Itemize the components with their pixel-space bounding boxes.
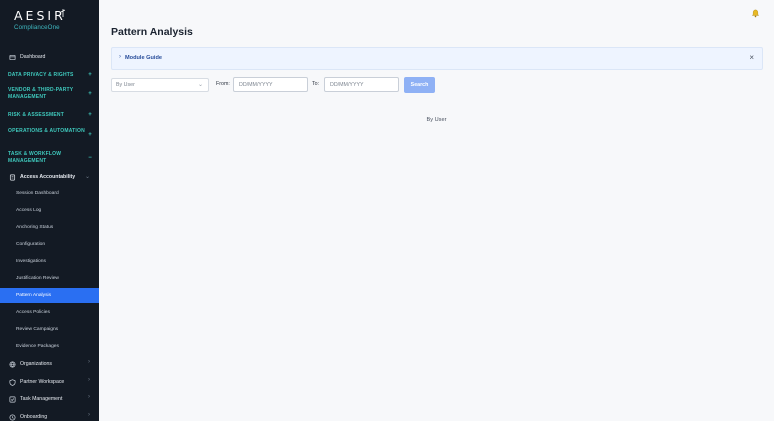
section-label: DATA PRIVACY & RIGHTS (8, 72, 74, 78)
section-operations[interactable]: OPERATIONS & AUTOMATION + (8, 128, 92, 138)
chevron-right-icon: › (88, 412, 90, 418)
brand-name: AESIR (14, 8, 66, 23)
sidebar-item-organizations[interactable]: Organizations › (0, 359, 99, 369)
from-date-placeholder: DD/MM/YYYY (239, 82, 273, 88)
section-risk[interactable]: RISK & ASSESSMENT + (8, 112, 92, 119)
page-title: Pattern Analysis (111, 26, 193, 38)
shield-icon (9, 378, 16, 386)
sidebar-item-configuration[interactable]: Configuration (0, 237, 99, 252)
chevron-down-icon: ⌄ (197, 82, 203, 88)
logo-mark-icon (60, 9, 66, 17)
sidebar-item-label: Organizations (20, 361, 53, 367)
to-date-placeholder: DD/MM/YYYY (330, 82, 364, 88)
sidebar-item-task-management[interactable]: Task Management › (0, 394, 99, 404)
expand-icon: + (88, 132, 92, 138)
to-label: To: (312, 81, 320, 87)
section-label: TASK & WORKFLOW MANAGEMENT (8, 151, 62, 164)
from-date-input[interactable]: DD/MM/YYYY (233, 77, 308, 92)
module-guide-toggle[interactable]: Module Guide (125, 55, 162, 61)
chevron-down-icon: ⌄ (84, 174, 90, 180)
expand-icon: + (88, 91, 92, 97)
sidebar-group-access-accountability[interactable]: Access Accountability ⌄ (0, 172, 99, 182)
expand-icon: + (88, 72, 92, 78)
from-label: From: (216, 81, 230, 87)
sidebar-item-access-policies[interactable]: Access Policies (0, 305, 99, 320)
access-icon (9, 174, 16, 181)
to-date-input[interactable]: DD/MM/YYYY (324, 77, 399, 92)
dashboard-icon (9, 54, 16, 61)
section-label: OPERATIONS & AUTOMATION (8, 128, 85, 134)
sidebar-item-partner-workspace[interactable]: Partner Workspace › (0, 377, 99, 387)
brand-subtitle: ComplianceOne (14, 24, 60, 31)
sidebar-item-evidence-packages[interactable]: Evidence Packages (0, 339, 99, 354)
section-label: RISK & ASSESSMENT (8, 112, 65, 118)
sidebar-item-investigations[interactable]: Investigations (0, 254, 99, 269)
chevron-right-icon[interactable]: › (119, 54, 121, 60)
sidebar-item-review-campaigns[interactable]: Review Campaigns (0, 322, 99, 337)
section-vendor[interactable]: VENDOR & THIRD-PARTY MANAGEMENT + (8, 87, 92, 100)
close-icon[interactable]: × (749, 53, 754, 62)
collapse-icon: − (88, 155, 92, 161)
results-heading: By User (426, 117, 447, 123)
sidebar-item-justification-review[interactable]: Justification Review (0, 271, 99, 286)
onboarding-icon (9, 414, 16, 421)
globe-icon (9, 361, 16, 368)
sidebar-item-label: Onboarding (20, 414, 48, 420)
sidebar-item-label: Task Management (20, 396, 63, 402)
sidebar-item-anchoring-status[interactable]: Anchoring Status (0, 220, 99, 235)
section-task-workflow[interactable]: TASK & WORKFLOW MANAGEMENT − (8, 151, 92, 164)
section-label: VENDOR & THIRD-PARTY MANAGEMENT (8, 87, 74, 100)
sidebar-item-session-dashboard[interactable]: Session Dashboard (0, 186, 99, 201)
expand-icon: + (88, 112, 92, 118)
chevron-right-icon: › (88, 359, 90, 365)
sidebar-item-dashboard[interactable]: Dashboard (0, 52, 99, 62)
sidebar-group-label: Access Accountability (20, 174, 76, 180)
task-icon (9, 396, 16, 403)
sidebar-item-label: Dashboard (20, 54, 46, 60)
brand-logo[interactable]: AESIR ComplianceOne (14, 8, 66, 31)
bell-icon[interactable] (751, 9, 760, 18)
chevron-right-icon: › (88, 394, 90, 400)
sidebar-item-pattern-analysis[interactable]: Pattern Analysis (0, 288, 99, 303)
module-guide-banner: › Module Guide × (111, 47, 763, 70)
section-data-privacy[interactable]: DATA PRIVACY & RIGHTS + (8, 72, 92, 79)
sidebar-item-onboarding[interactable]: Onboarding › (0, 412, 99, 421)
sidebar: AESIR ComplianceOne Dashboard DATA PRIVA… (0, 0, 99, 421)
sidebar-item-label: Partner Workspace (20, 379, 65, 385)
select-value: By User (116, 82, 135, 88)
main-content: Pattern Analysis › Module Guide × By Use… (99, 0, 774, 421)
search-button[interactable]: Search (404, 77, 435, 93)
sidebar-item-access-log[interactable]: Access Log (0, 203, 99, 218)
analysis-type-select[interactable]: By User ⌄ (111, 78, 209, 92)
chevron-right-icon: › (88, 377, 90, 383)
